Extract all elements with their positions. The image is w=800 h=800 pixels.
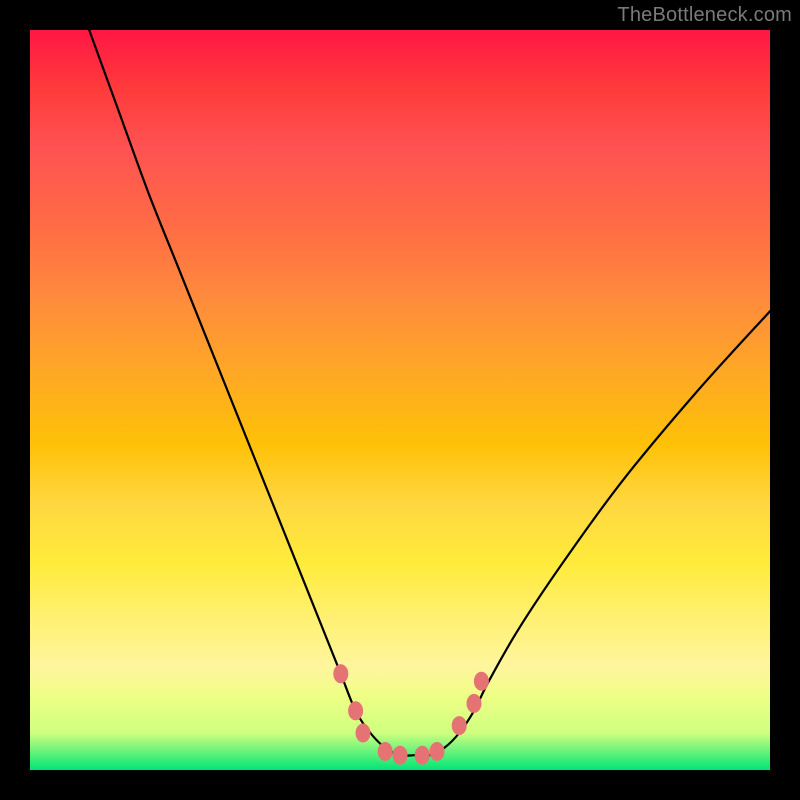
curve-marker-6 (430, 743, 444, 761)
watermark-label: TheBottleneck.com (617, 4, 792, 27)
curve-marker-9 (474, 672, 488, 690)
marker-group (334, 665, 489, 764)
bottleneck-curve-svg (30, 30, 770, 770)
bottleneck-curve-path (89, 30, 770, 756)
plot-area (30, 30, 770, 770)
curve-marker-5 (415, 746, 429, 764)
curve-marker-4 (393, 746, 407, 764)
curve-marker-3 (378, 743, 392, 761)
chart-frame: TheBottleneck.com (0, 0, 800, 800)
curve-marker-7 (452, 717, 466, 735)
curve-marker-8 (467, 694, 481, 712)
curve-marker-1 (349, 702, 363, 720)
curve-marker-2 (356, 724, 370, 742)
curve-marker-0 (334, 665, 348, 683)
